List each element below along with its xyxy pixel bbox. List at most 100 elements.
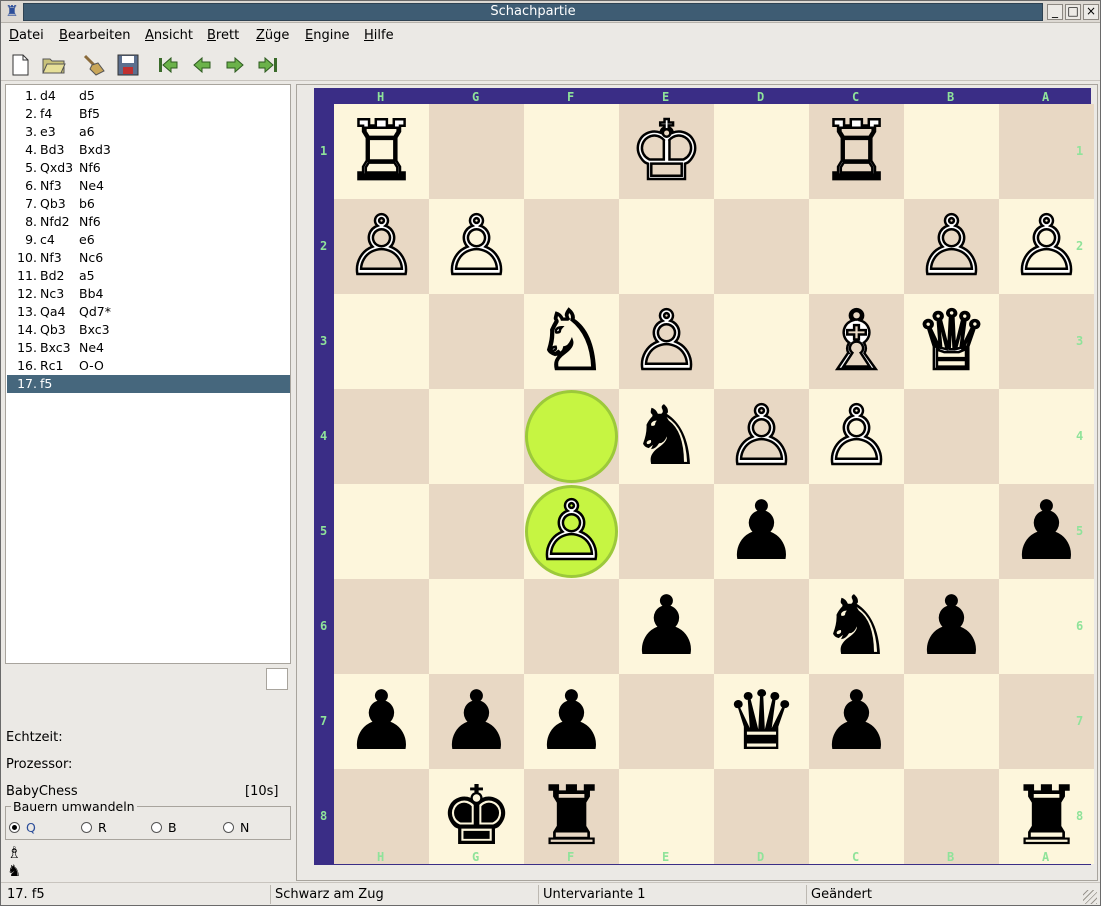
new-file-icon[interactable] xyxy=(7,52,33,78)
square-c5[interactable] xyxy=(809,484,904,579)
prev-move-icon[interactable] xyxy=(189,52,215,78)
menu-brett[interactable]: Brett xyxy=(207,28,239,43)
white-move: Qxd3 xyxy=(40,160,74,175)
move-row[interactable]: 3. e3 a6 xyxy=(7,123,290,141)
square-h3[interactable] xyxy=(334,294,429,389)
first-move-icon[interactable] xyxy=(155,52,181,78)
minimize-button[interactable]: _ xyxy=(1047,4,1063,20)
black-pawn-icon[interactable]: ♟ xyxy=(619,579,714,674)
menu-engine[interactable]: Engine xyxy=(305,28,350,43)
square-e7[interactable] xyxy=(619,674,714,769)
white-king-icon[interactable]: ♔ xyxy=(619,103,714,201)
broom-icon[interactable] xyxy=(81,52,107,78)
square-c2[interactable] xyxy=(809,199,904,294)
black-pawn-icon[interactable]: ♟ xyxy=(904,579,999,674)
black-knight-icon[interactable]: ♞ xyxy=(809,579,904,674)
white-pawn-icon[interactable]: ♙ xyxy=(429,198,524,296)
square-f2[interactable] xyxy=(524,199,619,294)
square-b5[interactable] xyxy=(904,484,999,579)
square-h5[interactable] xyxy=(334,484,429,579)
move-list[interactable]: 1. d4 d5 2. f4 Bf5 3. e3 a6 4. Bd3 Bxd3 5. Qxd3 Nf6 6. N… xyxy=(5,84,291,664)
white-pawn-icon[interactable]: ♙ xyxy=(714,388,809,486)
move-row[interactable]: 17. f5 xyxy=(7,375,290,393)
chess-board[interactable]: ♖ ♔ ♖ ♙ ♙ ♙ ♙ ♘ ♙ ♗ ♕ ♞ ♙ ♙ ♙ ♟ ♟ ♟ ♞ ♟ ♟ ♟ ♟ ♛ ♟ ♚ ♜ ♜ xyxy=(334,103,1094,864)
square-f1[interactable] xyxy=(524,104,619,199)
next-move-icon[interactable] xyxy=(222,52,248,78)
move-row[interactable]: 1. d4 d5 xyxy=(7,87,290,105)
open-folder-icon[interactable] xyxy=(41,52,67,78)
black-knight-icon[interactable]: ♞ xyxy=(619,389,714,484)
promotion-radio-q[interactable]: Q xyxy=(9,820,36,835)
promotion-radio-r[interactable]: R xyxy=(81,820,107,835)
black-pawn-icon[interactable]: ♟ xyxy=(714,484,809,579)
move-row[interactable]: 8. Nfd2 Nf6 xyxy=(7,213,290,231)
move-row[interactable]: 9. c4 e6 xyxy=(7,231,290,249)
move-row[interactable]: 4. Bd3 Bxd3 xyxy=(7,141,290,159)
white-bishop-icon[interactable]: ♗ xyxy=(809,293,904,391)
square-h4[interactable] xyxy=(334,389,429,484)
black-pawn-icon[interactable]: ♟ xyxy=(429,674,524,769)
menu-hilfe[interactable]: Hilfe xyxy=(364,28,394,43)
move-row[interactable]: 11. Bd2 a5 xyxy=(7,267,290,285)
move-row[interactable]: 10. Nf3 Nc6 xyxy=(7,249,290,267)
black-pawn-icon[interactable]: ♟ xyxy=(524,674,619,769)
move-row[interactable]: 12. Nc3 Bb4 xyxy=(7,285,290,303)
white-pawn-icon[interactable]: ♙ xyxy=(809,388,904,486)
radio-dot[interactable] xyxy=(223,822,234,833)
white-rook-icon[interactable]: ♖ xyxy=(334,103,429,201)
title-bar[interactable]: ♜ Schachpartie _ □ × xyxy=(1,1,1100,23)
square-h6[interactable] xyxy=(334,579,429,674)
move-row[interactable]: 16. Rc1 O-O xyxy=(7,357,290,375)
menu-bearbeiten[interactable]: Bearbeiten xyxy=(59,28,130,43)
radio-dot[interactable] xyxy=(9,822,20,833)
square-e2[interactable] xyxy=(619,199,714,294)
black-pawn-icon[interactable]: ♟ xyxy=(334,674,429,769)
maximize-button[interactable]: □ xyxy=(1065,4,1081,20)
square-g1[interactable] xyxy=(429,104,524,199)
rook-icon[interactable]: ♜ xyxy=(4,3,20,20)
move-number: 6. xyxy=(25,178,37,193)
square-d2[interactable] xyxy=(714,199,809,294)
white-rook-icon[interactable]: ♖ xyxy=(809,103,904,201)
resize-grip[interactable] xyxy=(1083,890,1097,904)
square-e5[interactable] xyxy=(619,484,714,579)
black-queen-icon[interactable]: ♛ xyxy=(714,674,809,769)
move-row[interactable]: 14. Qb3 Bxc3 xyxy=(7,321,290,339)
menu-züge[interactable]: Züge xyxy=(256,28,289,43)
white-pawn-icon[interactable]: ♙ xyxy=(334,198,429,296)
move-row[interactable]: 6. Nf3 Ne4 xyxy=(7,177,290,195)
menu-mnemonic: A xyxy=(145,28,154,43)
square-b4[interactable] xyxy=(904,389,999,484)
white-pawn-icon[interactable]: ♙ xyxy=(619,293,714,391)
radio-dot[interactable] xyxy=(151,822,162,833)
close-button[interactable]: × xyxy=(1083,4,1099,20)
square-g5[interactable] xyxy=(429,484,524,579)
menu-datei[interactable]: Datei xyxy=(9,28,44,43)
move-row[interactable]: 5. Qxd3 Nf6 xyxy=(7,159,290,177)
white-pawn-icon[interactable]: ♙ xyxy=(524,483,619,581)
square-d1[interactable] xyxy=(714,104,809,199)
white-pawn-icon[interactable]: ♙ xyxy=(904,198,999,296)
square-b1[interactable] xyxy=(904,104,999,199)
square-g3[interactable] xyxy=(429,294,524,389)
square-g6[interactable] xyxy=(429,579,524,674)
white-queen-icon[interactable]: ♕ xyxy=(904,293,999,391)
promotion-radio-n[interactable]: N xyxy=(223,820,249,835)
move-row[interactable]: 13. Qa4 Qd7* xyxy=(7,303,290,321)
square-f6[interactable] xyxy=(524,579,619,674)
white-knight-icon[interactable]: ♘ xyxy=(524,293,619,391)
square-b7[interactable] xyxy=(904,674,999,769)
promotion-radio-b[interactable]: B xyxy=(151,820,177,835)
menu-ansicht[interactable]: Ansicht xyxy=(145,28,193,43)
square-g4[interactable] xyxy=(429,389,524,484)
last-move-icon[interactable] xyxy=(255,52,281,78)
save-disk-icon[interactable] xyxy=(115,52,141,78)
radio-dot[interactable] xyxy=(81,822,92,833)
black-pawn-icon[interactable]: ♟ xyxy=(809,674,904,769)
move-row[interactable]: 2. f4 Bf5 xyxy=(7,105,290,123)
square-d3[interactable] xyxy=(714,294,809,389)
radio-label: R xyxy=(98,820,107,835)
square-d6[interactable] xyxy=(714,579,809,674)
move-row[interactable]: 15. Bxc3 Ne4 xyxy=(7,339,290,357)
move-row[interactable]: 7. Qb3 b6 xyxy=(7,195,290,213)
